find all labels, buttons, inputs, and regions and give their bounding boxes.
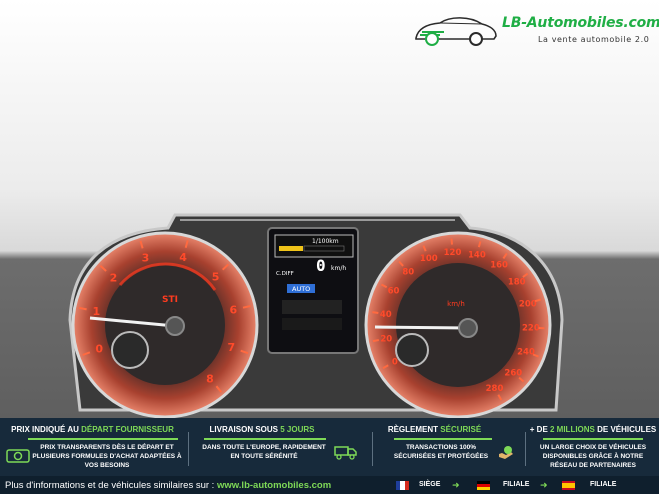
germany-flag-icon: [477, 481, 490, 490]
sti-mark: STI: [162, 295, 178, 305]
filiale-label-spain: FILIALE: [590, 481, 617, 488]
speed-label-160: 160: [490, 261, 508, 271]
delivery-text: DANS TOUTE L'EUROPE, RAPIDEMENT EN TOUTE…: [202, 444, 326, 460]
speed-label-100: 100: [420, 254, 438, 264]
consumption-label: 1/100km: [312, 238, 339, 245]
delivery-column: LIVRAISON SOUS 5 JOURS DANS TOUTE L'EURO…: [192, 418, 367, 476]
payment-text: TRANSACTIONS 100% SÉCURISÉES ET PROTÉGÉE…: [393, 444, 489, 460]
center-display: 1/100km 0 km/h C.DIFF AUTO: [267, 227, 359, 354]
speed-label-180: 180: [508, 278, 526, 288]
speed-label-80: 80: [402, 267, 414, 277]
delivery-rule: [204, 438, 326, 440]
speed-label-0: 0: [392, 357, 398, 367]
spain-flag-icon: [562, 481, 575, 490]
tach-label-3: 3: [142, 252, 150, 265]
tach-label-0: 0: [95, 343, 103, 356]
vehicles-title-c: DE VÉHICULES: [594, 425, 657, 434]
speed-label-260: 260: [504, 369, 522, 379]
divider: [525, 432, 526, 466]
vehicles-title-a: + DE: [529, 425, 550, 434]
speed-readout-unit: km/h: [331, 265, 346, 272]
speed-unit-label: km/h: [447, 300, 465, 308]
price-text: PRIX TRANSPARENTS DÈS LE DÉPART ET PLUSI…: [32, 444, 182, 469]
speed-label-200: 200: [519, 299, 537, 309]
delivery-title-a: LIVRAISON SOUS: [209, 425, 281, 434]
vehicle-photo: LB-Automobiles.com La vente automobile 2…: [0, 0, 659, 418]
footer-link[interactable]: www.lb-automobiles.com: [217, 480, 331, 491]
speed-label-tick: [372, 311, 379, 314]
vehicles-text: UN LARGE CHOIX DE VÉHICULES DISPONIBLES …: [539, 444, 647, 469]
delivery-title: LIVRAISON SOUS 5 JOURS: [192, 425, 332, 434]
truck-icon: [334, 446, 357, 460]
france-flag-icon: [396, 481, 409, 490]
instrument-cluster: 0 1 2 3 4 5 6 7 8 STI 0 20 40 6080 100 120 140 160180 20…: [68, 213, 564, 418]
speed-label-20: 20: [380, 334, 392, 344]
speed-label-280: 280: [486, 384, 504, 394]
arrow-right-icon: ➜: [452, 480, 460, 490]
tach-label-4: 4: [179, 251, 187, 264]
speed-label-tick: [450, 238, 453, 245]
vehicles-column: + DE 2 MILLIONS DE VÉHICULES UN LARGE CH…: [527, 418, 659, 476]
speed-label-140: 140: [468, 250, 486, 260]
speed-label-240: 240: [517, 348, 535, 358]
diff-label: C.DIFF: [276, 271, 294, 277]
footer-info: Plus d'informations et de véhicules simi…: [5, 480, 331, 491]
price-title-a: PRIX INDIQUÉ AU: [11, 425, 82, 434]
price-column: PRIX INDIQUÉ AU DÉPART FOURNISSEUR PRIX …: [0, 418, 185, 476]
speed-label-220: 220: [522, 324, 540, 334]
vehicles-rule: [543, 438, 643, 440]
speed-label-60: 60: [388, 287, 400, 297]
divider: [372, 432, 373, 466]
info-band: PRIX INDIQUÉ AU DÉPART FOURNISSEUR PRIX …: [0, 418, 659, 476]
mode-label: AUTO: [292, 285, 310, 293]
payment-column: RÈGLEMENT SÉCURISÉ TRANSACTIONS 100% SÉC…: [376, 418, 521, 476]
price-rule: [28, 438, 178, 440]
footer-text: Plus d'informations et de véhicules simi…: [5, 480, 217, 491]
tach-label-8: 8: [206, 372, 214, 385]
speed-label-120: 120: [444, 248, 462, 258]
payment-title: RÈGLEMENT SÉCURISÉ: [376, 425, 493, 434]
tach-label-2: 2: [110, 271, 118, 284]
tach-label-5: 5: [212, 270, 220, 283]
tach-label-7: 7: [227, 341, 235, 354]
speed-label-40: 40: [380, 310, 392, 320]
footer-bar: Plus d'informations et de véhicules simi…: [0, 476, 659, 494]
delivery-title-b: 5 JOURS: [280, 425, 315, 434]
filiale-label-germany: FILIALE: [503, 481, 530, 488]
tachometer-gauge: 0 1 2 3 4 5 6 7 8 STI: [71, 231, 259, 418]
speed-label-tick: [372, 339, 379, 343]
tach-label-6: 6: [229, 304, 237, 317]
vehicles-title: + DE 2 MILLIONS DE VÉHICULES: [527, 425, 659, 434]
arrow-right-icon: ➜: [540, 480, 548, 490]
payment-rule: [394, 438, 492, 440]
cash-icon: [6, 449, 30, 463]
payment-title-b: SÉCURISÉ: [440, 425, 482, 434]
speedometer-gauge: 020406080100120 140160180200220240260280 …: [364, 231, 552, 418]
tach-label-1: 1: [92, 305, 100, 318]
divider: [188, 432, 189, 466]
vehicles-title-b: 2 MILLIONS: [550, 425, 595, 434]
price-title-b: DÉPART FOURNISSEUR: [81, 425, 174, 434]
payment-title-a: RÈGLEMENT: [387, 425, 441, 434]
price-title: PRIX INDIQUÉ AU DÉPART FOURNISSEUR: [0, 425, 185, 434]
siege-label: SIÈGE: [419, 481, 441, 488]
secure-payment-icon: [499, 446, 513, 459]
speed-readout: 0: [316, 256, 326, 275]
